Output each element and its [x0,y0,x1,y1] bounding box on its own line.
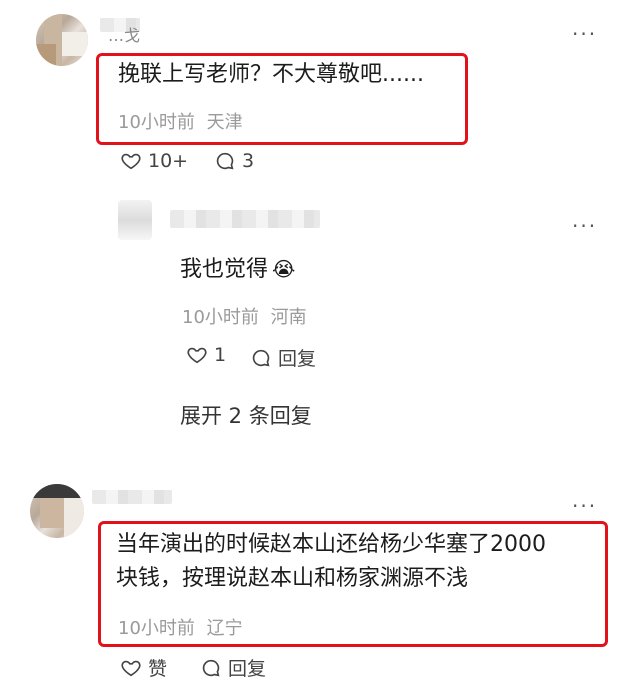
username[interactable]: …戈 [108,22,140,46]
like-button[interactable]: 10+ [120,150,188,172]
more-options-icon[interactable]: ··· [572,496,597,516]
avatar[interactable] [30,484,84,538]
reply-button[interactable]: 3 [214,150,254,172]
comment-meta: 10小时前 天津 [118,108,243,134]
reply-text: 我也觉得 😭 [180,257,296,282]
like-count: 1 [214,344,227,366]
like-label: 赞 [148,658,168,680]
expand-replies-link[interactable]: 展开 2 条回复 [180,400,312,430]
heart-icon [121,153,141,170]
comment-location: 天津 [206,112,243,133]
reply-meta: 10小时前 河南 [182,303,307,329]
like-count: 10+ [148,150,189,172]
avatar[interactable] [118,200,152,240]
reply-label: 回复 [278,348,317,370]
more-options-icon[interactable]: ··· [572,216,597,236]
comment-meta: 10小时前 辽宁 [118,614,243,640]
avatar[interactable] [36,14,88,66]
crying-emoji-icon: 😭 [272,257,296,281]
comment-text-line1: 当年演出的时候赵本山还给杨少华塞了2000 [116,532,546,557]
like-button[interactable]: 1 [186,344,226,366]
comment-time: 10小时前 [118,618,195,639]
reply-button[interactable]: 回复 [200,654,266,681]
reply-count: 3 [242,150,255,172]
reply-button[interactable]: 回复 [250,344,316,371]
like-button[interactable]: 赞 [120,654,167,681]
comment-bubble-icon [252,349,270,366]
comment-text: 挽联上写老师？不大尊敬吧...... [118,62,424,87]
heart-icon [121,660,141,676]
comment-bubble-icon [202,659,220,676]
comment-time: 10小时前 [118,112,195,133]
reply-time: 10小时前 [182,307,259,328]
comment-bubble-icon [216,152,234,170]
more-options-icon[interactable]: ··· [572,24,597,44]
comment-location: 辽宁 [206,618,243,639]
heart-icon [187,347,207,364]
username-blurred[interactable] [92,490,172,504]
comment-text-line2: 块钱，按理说赵本山和杨家渊源不浅 [116,566,469,591]
username-blurred[interactable] [170,210,320,228]
reply-label: 回复 [228,658,267,680]
reply-location: 河南 [270,307,307,328]
